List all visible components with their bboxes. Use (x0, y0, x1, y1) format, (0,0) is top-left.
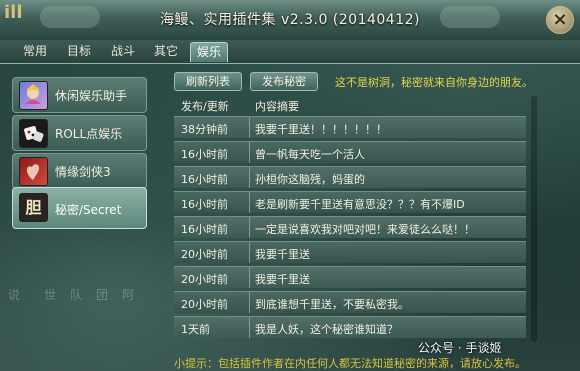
secret-character-icon: 胆 (19, 193, 48, 222)
tab-bar: 常用 目标 战斗 其它 娱乐 (0, 40, 580, 64)
cell-content: 老是刷新要千里送有意思没？？？有不爆ID (255, 198, 465, 211)
column-divider (249, 117, 250, 138)
cell-content: 我要千里送 (255, 248, 310, 261)
cell-time: 16小时前 (181, 173, 228, 186)
table-row[interactable]: 20小时前 到底谁想千里送，不要私密我。 (174, 291, 526, 313)
table-row[interactable]: 1天前 我是人妖，这个秘密谁知道？ (174, 316, 526, 338)
cell-time: 20小时前 (181, 298, 228, 311)
column-divider (249, 142, 250, 163)
table-header: 发布/更新 内容摘要 (174, 96, 526, 115)
column-divider (249, 267, 250, 288)
table-row[interactable]: 20小时前 我要千里送 (174, 266, 526, 288)
cell-content: 我要千里送！！！！！！！ (255, 123, 387, 136)
table-row[interactable]: 20小时前 我要千里送 (174, 241, 526, 263)
table-row[interactable]: 16小时前 孙桓你这脑残，妈蛋的 (174, 166, 526, 188)
background-text: 队 (70, 288, 83, 302)
watermark-text: 公众号 · 手谈姬 (418, 341, 502, 355)
close-button[interactable]: × (546, 6, 574, 34)
table-row[interactable]: 16小时前 一定是说喜欢我对吧对吧！来爱徒么么哒！！ (174, 216, 526, 238)
cell-time: 38分钟前 (181, 123, 228, 136)
lovers-icon (19, 157, 48, 186)
sidebar-item-label: 情缘剑侠3 (55, 165, 111, 179)
background-text: 说 (8, 288, 21, 302)
sidebar-item-romance[interactable]: 情缘剑侠3 (12, 153, 147, 189)
cell-time: 16小时前 (181, 198, 228, 211)
background-text: 团 (96, 288, 109, 302)
column-divider (249, 192, 250, 213)
column-divider (249, 217, 250, 238)
sidebar-item-secret[interactable]: 胆 秘密/Secret (12, 187, 147, 229)
column-header-time: 发布/更新 (181, 100, 229, 113)
cell-content: 一定是说喜欢我对吧对吧！来爱徒么么哒！！ (255, 223, 475, 236)
footer-tip: 小提示：包括插件作者在内任何人都无法知道秘密的来源，请放心发布。 (174, 357, 526, 370)
cell-content: 我是人妖，这个秘密谁知道？ (255, 323, 398, 336)
cell-time: 20小时前 (181, 248, 228, 261)
table-row[interactable]: 16小时前 老是刷新要千里送有意思没？？？有不爆ID (174, 191, 526, 213)
tab-combat[interactable]: 战斗 (108, 42, 138, 61)
tab-target[interactable]: 目标 (64, 42, 94, 61)
background-text: 阿 (122, 288, 135, 302)
cell-time: 1天前 (181, 323, 210, 336)
column-header-content: 内容摘要 (255, 100, 299, 113)
notice-text: 这不是树洞，秘密就来自你身边的朋友。 (335, 76, 533, 89)
refresh-list-button[interactable]: 刷新列表 (174, 72, 242, 91)
cell-time: 16小时前 (181, 223, 228, 236)
column-divider (249, 292, 250, 313)
background-text: 世 (44, 288, 57, 302)
cell-content: 孙桓你这脑残，妈蛋的 (255, 173, 365, 186)
sidebar-item-label: ROLL点娱乐 (55, 127, 123, 141)
tab-other[interactable]: 其它 (151, 42, 181, 61)
sidebar-item-roll[interactable]: ROLL点娱乐 (12, 115, 147, 151)
column-divider (249, 167, 250, 188)
column-divider (249, 317, 250, 338)
dice-icon (19, 119, 48, 148)
window-title: 海鳗、实用插件集 v2.3.0 (20140412) (160, 12, 420, 28)
table-row[interactable]: 16小时前 曾一帆每天吃一个活人 (174, 141, 526, 163)
table-row[interactable]: 38分钟前 我要千里送！！！！！！！ (174, 116, 526, 138)
table-scrollbar[interactable] (531, 96, 537, 342)
cell-content: 曾一帆每天吃一个活人 (255, 148, 365, 161)
sidebar-item-label: 秘密/Secret (55, 203, 122, 217)
cell-time: 16小时前 (181, 148, 228, 161)
cell-time: 20小时前 (181, 273, 228, 286)
cell-content: 我要千里送 (255, 273, 310, 286)
cell-content: 到底谁想千里送，不要私密我。 (255, 298, 409, 311)
tab-common[interactable]: 常用 (20, 42, 50, 61)
column-divider (249, 242, 250, 263)
sidebar-item-leisure-helper[interactable]: 休闲娱乐助手 (12, 77, 147, 113)
sidebar-item-label: 休闲娱乐助手 (55, 89, 128, 103)
title-bar: ill 海鳗、实用插件集 v2.3.0 (20140412) × (0, 0, 580, 41)
jester-icon (19, 81, 48, 110)
tab-entertainment[interactable]: 娱乐 (190, 42, 228, 62)
publish-secret-button[interactable]: 发布秘密 (250, 72, 318, 91)
